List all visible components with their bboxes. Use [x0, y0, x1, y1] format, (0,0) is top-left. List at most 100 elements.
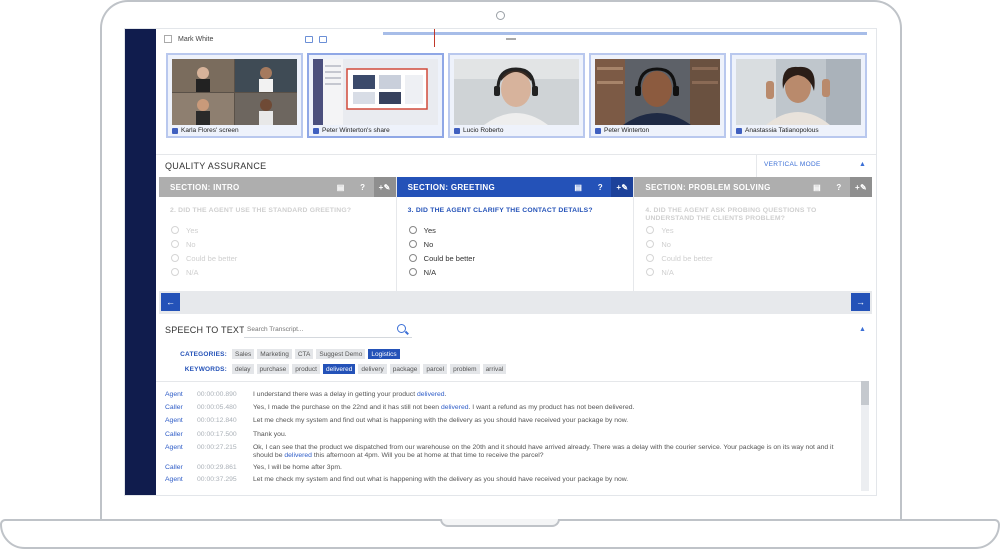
video-tile[interactable]: Peter Winterton's share — [307, 53, 444, 138]
keyword-highlight[interactable]: delivered — [441, 404, 469, 411]
transcript-search-input[interactable] — [244, 322, 412, 338]
radio-button[interactable] — [646, 240, 655, 248]
notes-icon[interactable]: ▤ — [330, 177, 352, 197]
radio-button[interactable] — [408, 240, 417, 248]
question-text: 3. DID THE AGENT CLARIFY THE CONTACT DET… — [407, 207, 593, 214]
video-icon — [595, 127, 601, 134]
option-na[interactable]: N/A — [634, 265, 872, 279]
stt-header: SPEECH TO TEXT ▲ — [156, 320, 876, 342]
tile-label: Anastassia Tatianopolous — [736, 127, 819, 134]
vertical-mode-button[interactable]: VERTICAL MODE — [764, 161, 821, 168]
add-note-icon[interactable]: + ✎ — [850, 177, 873, 197]
laptop-notch — [440, 519, 560, 527]
keyword-tag[interactable]: package — [389, 364, 421, 374]
video-tile[interactable]: Anastassia Tatianopolous — [730, 53, 867, 138]
timestamp[interactable]: 00:00:00.890 — [197, 391, 253, 399]
option-could-be-better[interactable]: Could be better — [159, 251, 396, 265]
section-nav: ← → — [159, 291, 872, 314]
option-could-be-better[interactable]: Could be better — [397, 251, 634, 265]
transcript-row[interactable]: Caller 00:00:17.500 Thank you. — [165, 431, 853, 439]
transcript-row[interactable]: Caller 00:00:05.480 Yes, I made the purc… — [165, 404, 853, 412]
add-note-icon[interactable]: + ✎ — [611, 177, 634, 197]
keyword-tag-selected[interactable]: delivered — [322, 364, 356, 374]
help-icon[interactable]: ? — [589, 177, 611, 197]
keyword-highlight[interactable]: delivered — [284, 452, 312, 459]
option-yes[interactable]: Yes — [159, 223, 396, 237]
divider — [756, 155, 757, 177]
notes-icon[interactable]: ▤ — [567, 177, 589, 197]
timestamp[interactable]: 00:00:29.861 — [197, 464, 253, 472]
transcript-row[interactable]: Agent 00:00:27.215 Ok, I can see that th… — [165, 444, 853, 460]
keyword-tag[interactable]: delay — [232, 364, 254, 374]
transcript-scrollbar[interactable] — [861, 381, 869, 491]
transcript-row[interactable]: Agent 00:00:00.890 I understand there wa… — [165, 391, 853, 399]
notes-icon[interactable]: ▤ — [806, 177, 828, 197]
categories-row: CATEGORIES: Sales Marketing CTA Suggest … — [156, 348, 400, 360]
video-tile[interactable]: Peter Winterton — [589, 53, 726, 138]
category-tag-selected[interactable]: Logistics — [368, 349, 400, 359]
radio-button[interactable] — [171, 254, 179, 262]
transcript-row[interactable]: Caller 00:00:29.861 Yes, I will be home … — [165, 464, 853, 472]
utterance: Let me check my system and find out what… — [253, 417, 629, 424]
transcript-row[interactable]: Agent 00:00:37.295 Let me check my syste… — [165, 476, 853, 484]
camera-icon — [496, 11, 505, 20]
radio-button[interactable] — [646, 268, 655, 276]
prev-section-button[interactable]: ← — [161, 293, 180, 311]
timestamp[interactable]: 00:00:37.295 — [197, 476, 253, 484]
keyword-highlight[interactable]: delivered — [417, 391, 445, 398]
transcript-row[interactable]: Agent 00:00:12.840 Let me check my syste… — [165, 417, 853, 425]
radio-button[interactable] — [408, 254, 417, 262]
timestamp[interactable]: 00:00:27.215 — [197, 444, 253, 460]
help-icon[interactable]: ? — [352, 177, 374, 197]
timeline-playhead[interactable] — [434, 29, 435, 47]
option-could-be-better[interactable]: Could be better — [634, 251, 872, 265]
collapse-qa-icon[interactable]: ▲ — [859, 161, 866, 168]
option-label: No — [661, 239, 671, 249]
keyword-tag[interactable]: purchase — [256, 364, 290, 374]
section-header[interactable]: SECTION: GREETING ▤ ? + ✎ — [396, 177, 634, 197]
timestamp[interactable]: 00:00:05.480 — [197, 404, 253, 412]
keyword-tag[interactable]: product — [292, 364, 320, 374]
radio-button[interactable] — [408, 268, 417, 276]
radio-button[interactable] — [646, 226, 655, 234]
keyword-tag[interactable]: delivery — [358, 364, 387, 374]
option-no[interactable]: No — [159, 237, 396, 251]
section-title: SECTION: GREETING — [407, 182, 495, 192]
radio-button[interactable] — [171, 226, 179, 234]
search-icon[interactable] — [397, 324, 406, 333]
radio-button[interactable] — [171, 240, 179, 248]
timeline-bar[interactable] — [383, 32, 867, 35]
video-tile[interactable]: Lucio Roberto — [448, 53, 585, 138]
option-yes[interactable]: Yes — [634, 223, 872, 237]
category-tag[interactable]: Marketing — [257, 349, 292, 359]
participant-checkbox[interactable] — [164, 35, 172, 43]
video-tile[interactable]: Karla Flores' screen — [166, 53, 303, 138]
category-tag[interactable]: CTA — [294, 349, 314, 359]
option-no[interactable]: No — [634, 237, 872, 251]
transcript[interactable]: Agent 00:00:00.890 I understand there wa… — [156, 381, 869, 491]
timestamp[interactable]: 00:00:12.840 — [197, 417, 253, 425]
add-note-icon[interactable]: + ✎ — [373, 177, 396, 197]
collapse-stt-icon[interactable]: ▲ — [859, 326, 866, 333]
help-icon[interactable]: ? — [828, 177, 850, 197]
category-tag[interactable]: Suggest Demo — [316, 349, 366, 359]
scroll-thumb[interactable] — [861, 381, 869, 405]
timeline-handle[interactable] — [506, 38, 516, 40]
option-yes[interactable]: Yes — [397, 223, 634, 237]
category-tag[interactable]: Sales — [232, 349, 255, 359]
option-no[interactable]: No — [397, 237, 634, 251]
next-section-button[interactable]: → — [851, 293, 870, 311]
radio-button[interactable] — [408, 226, 417, 234]
section-header[interactable]: SECTION: INTRO ▤ ? + ✎ — [159, 177, 396, 197]
question-text: 4. DID THE AGENT ASK PROBING QUESTIONS T… — [645, 207, 817, 222]
section-header[interactable]: SECTION: PROBLEM SOLVING ▤ ? + ✎ — [634, 177, 873, 197]
keyword-tag[interactable]: parcel — [423, 364, 448, 374]
option-na[interactable]: N/A — [159, 265, 396, 279]
qa-section-greeting: SECTION: GREETING ▤ ? + ✎ 3. DID THE AGEN… — [396, 177, 635, 291]
keyword-tag[interactable]: arrival — [482, 364, 507, 374]
timestamp[interactable]: 00:00:17.500 — [197, 431, 253, 439]
option-na[interactable]: N/A — [397, 265, 634, 279]
radio-button[interactable] — [646, 254, 655, 262]
radio-button[interactable] — [171, 268, 179, 276]
keyword-tag[interactable]: problem — [450, 364, 480, 374]
